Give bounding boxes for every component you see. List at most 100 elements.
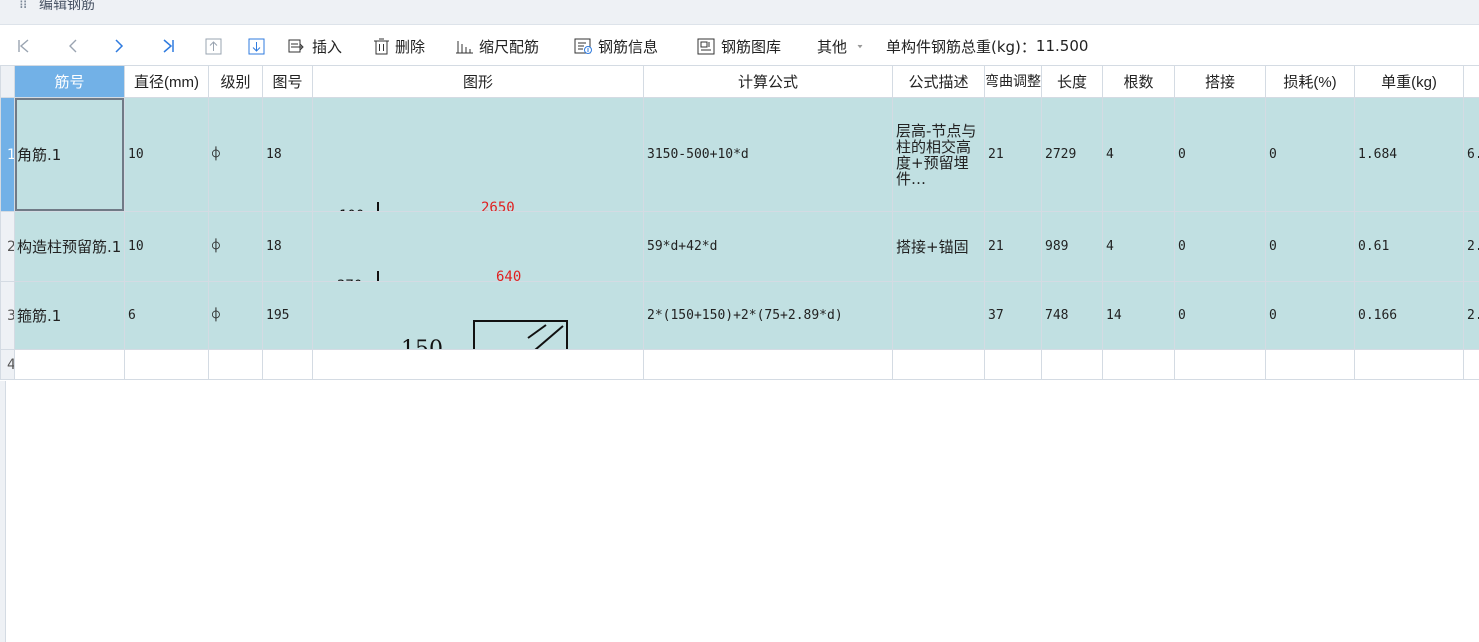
cell-count[interactable]: 14 bbox=[1102, 281, 1175, 350]
cell-length[interactable]: 989 bbox=[1041, 211, 1103, 282]
empty-cell[interactable] bbox=[643, 349, 893, 380]
col-header-overflow[interactable] bbox=[1463, 65, 1479, 98]
cell-unit-weight[interactable]: 0.61 bbox=[1354, 211, 1464, 282]
delete-button[interactable]: 删除 bbox=[373, 35, 425, 57]
row-number[interactable]: 4 bbox=[0, 349, 15, 380]
move-up-button[interactable] bbox=[205, 35, 222, 57]
cell-shape[interactable]: 150 150 bbox=[312, 281, 644, 350]
rebar-info-button[interactable]: 钢筋信息 bbox=[574, 35, 658, 57]
col-header-length[interactable]: 长度 bbox=[1041, 65, 1103, 98]
last-record-button[interactable] bbox=[161, 35, 175, 57]
row-number[interactable]: 2 bbox=[0, 211, 15, 282]
empty-cell[interactable] bbox=[124, 349, 209, 380]
cell-grade[interactable]: ⌽ bbox=[208, 97, 263, 212]
cell-loss[interactable]: 0 bbox=[1265, 211, 1355, 282]
col-header-formula[interactable]: 计算公式 bbox=[643, 65, 893, 98]
cell-shape[interactable]: 100 2650 bbox=[312, 97, 644, 212]
cell-length[interactable]: 2729 bbox=[1041, 97, 1103, 212]
cell-grade[interactable]: ⌽ bbox=[208, 211, 263, 282]
previous-record-icon bbox=[69, 39, 77, 53]
cell-unit-weight[interactable]: 1.684 bbox=[1354, 97, 1464, 212]
cell-bar-name[interactable]: 箍筋.1 bbox=[14, 281, 125, 350]
empty-cell[interactable] bbox=[1174, 349, 1266, 380]
col-header-formula-desc[interactable]: 公式描述 bbox=[892, 65, 985, 98]
empty-cell[interactable] bbox=[1463, 349, 1479, 380]
cell-diameter[interactable]: 10 bbox=[124, 97, 209, 212]
trash-icon bbox=[374, 38, 389, 54]
cell-formula[interactable]: 2*(150+150)+2*(75+2.89*d) bbox=[643, 281, 893, 350]
cell-total-weight[interactable]: 2. bbox=[1463, 211, 1479, 282]
empty-cell[interactable] bbox=[14, 349, 125, 380]
cell-bar-name[interactable]: 角筋.1 bbox=[14, 97, 125, 212]
table-row[interactable]: 1 角筋.1 10 ⌽ 18 100 2650 3150-500+10*d 层高… bbox=[0, 97, 1479, 212]
cell-count[interactable]: 4 bbox=[1102, 211, 1175, 282]
col-header-lap[interactable]: 搭接 bbox=[1174, 65, 1266, 98]
cell-formula-desc[interactable] bbox=[892, 281, 985, 350]
rebar-library-icon bbox=[697, 38, 715, 54]
scale-rebar-button[interactable]: 缩尺配筋 bbox=[455, 35, 539, 57]
empty-cell[interactable] bbox=[1265, 349, 1355, 380]
col-header-unit-weight[interactable]: 单重(kg) bbox=[1354, 65, 1464, 98]
cell-grade[interactable]: ⌽ bbox=[208, 281, 263, 350]
col-header-count[interactable]: 根数 bbox=[1102, 65, 1175, 98]
row-number[interactable]: 1 bbox=[0, 97, 15, 212]
cell-lap[interactable]: 0 bbox=[1174, 97, 1266, 212]
other-dropdown[interactable]: 其他 bbox=[817, 35, 867, 57]
cell-lap[interactable]: 0 bbox=[1174, 211, 1266, 282]
table-row[interactable]: 3 箍筋.1 6 ⌽ 195 150 150 2*(150+150)+2*(75… bbox=[0, 281, 1479, 350]
cell-bend-adjust[interactable]: 21 bbox=[984, 211, 1042, 282]
empty-cell[interactable] bbox=[1102, 349, 1175, 380]
col-header-bend-adjust[interactable]: 弯曲调整 bbox=[984, 65, 1042, 98]
empty-cell[interactable] bbox=[1041, 349, 1103, 380]
cell-lap[interactable]: 0 bbox=[1174, 281, 1266, 350]
col-header-grade[interactable]: 级别 bbox=[208, 65, 263, 98]
scale-ruler-icon bbox=[456, 40, 473, 53]
empty-cell[interactable] bbox=[984, 349, 1042, 380]
drag-handle-icon[interactable]: ⁞⁞ bbox=[19, 0, 27, 12]
next-record-button[interactable] bbox=[113, 35, 125, 57]
empty-cell[interactable] bbox=[892, 349, 985, 380]
insert-label: 插入 bbox=[312, 37, 343, 56]
cell-total-weight[interactable]: 6. bbox=[1463, 97, 1479, 212]
cell-length[interactable]: 748 bbox=[1041, 281, 1103, 350]
cell-formula-desc[interactable]: 搭接+锚固 bbox=[892, 211, 985, 282]
table-row-empty[interactable]: 4 bbox=[0, 349, 1479, 380]
cell-formula-desc[interactable]: 层高-节点与柱的相交高度+预留埋件… bbox=[892, 97, 985, 212]
col-header-figure-no[interactable]: 图号 bbox=[262, 65, 313, 98]
col-header-diameter[interactable]: 直径(mm) bbox=[124, 65, 209, 98]
empty-cell[interactable] bbox=[262, 349, 313, 380]
col-header-shape[interactable]: 图形 bbox=[312, 65, 644, 98]
empty-cell[interactable] bbox=[1354, 349, 1464, 380]
cell-bend-adjust[interactable]: 21 bbox=[984, 97, 1042, 212]
cell-loss[interactable]: 0 bbox=[1265, 97, 1355, 212]
shape-dim-top: 640 bbox=[496, 269, 521, 282]
cell-diameter[interactable]: 6 bbox=[124, 281, 209, 350]
cell-total-weight[interactable]: 2. bbox=[1463, 281, 1479, 350]
empty-cell[interactable] bbox=[208, 349, 263, 380]
cell-diameter[interactable]: 10 bbox=[124, 211, 209, 282]
empty-cell[interactable] bbox=[312, 349, 644, 380]
cell-bar-name[interactable]: 构造柱预留筋.1 bbox=[14, 211, 125, 282]
table-row[interactable]: 2 构造柱预留筋.1 10 ⌽ 18 370 640 59*d+42*d 搭接+… bbox=[0, 211, 1479, 282]
cell-formula[interactable]: 3150-500+10*d bbox=[643, 97, 893, 212]
cell-shape[interactable]: 370 640 bbox=[312, 211, 644, 282]
chevron-down-icon bbox=[857, 44, 863, 49]
first-record-button[interactable] bbox=[17, 35, 31, 57]
col-header-bar-no[interactable]: 筋号 bbox=[14, 65, 125, 98]
cell-count[interactable]: 4 bbox=[1102, 97, 1175, 212]
cell-unit-weight[interactable]: 0.166 bbox=[1354, 281, 1464, 350]
insert-button[interactable]: 插入 bbox=[288, 35, 342, 57]
cell-loss[interactable]: 0 bbox=[1265, 281, 1355, 350]
rebar-library-button[interactable]: 钢筋图库 bbox=[697, 35, 781, 57]
col-header-loss[interactable]: 损耗(%) bbox=[1265, 65, 1355, 98]
cell-figure-no[interactable]: 18 bbox=[262, 97, 313, 212]
cell-formula[interactable]: 59*d+42*d bbox=[643, 211, 893, 282]
cell-figure-no[interactable]: 18 bbox=[262, 211, 313, 282]
cell-figure-no[interactable]: 195 bbox=[262, 281, 313, 350]
previous-record-button[interactable] bbox=[67, 35, 79, 57]
last-record-icon bbox=[163, 39, 174, 53]
move-down-button[interactable] bbox=[248, 35, 265, 57]
row-number[interactable]: 3 bbox=[0, 281, 15, 350]
corner-cell[interactable] bbox=[0, 65, 15, 98]
cell-bend-adjust[interactable]: 37 bbox=[984, 281, 1042, 350]
